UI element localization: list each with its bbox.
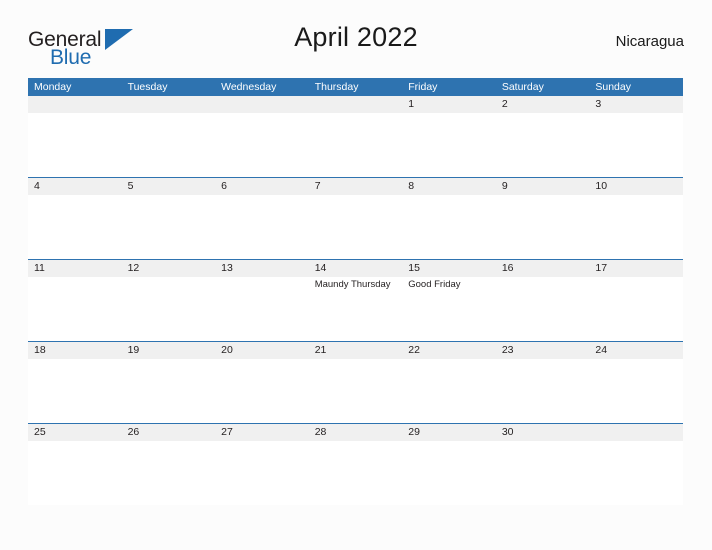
weekday-header-saturday: Saturday (501, 81, 544, 93)
day-events: Maundy Thursday (315, 277, 403, 291)
weekday-header-tuesday: Tuesday (127, 81, 168, 93)
day-number: 8 (408, 180, 415, 192)
day-number: 16 (501, 262, 514, 274)
day-cell-empty (28, 96, 122, 177)
day-cell[interactable]: 18 (28, 342, 122, 423)
day-cell-empty (589, 424, 683, 505)
day-cell[interactable]: 10 (589, 178, 683, 259)
day-number: 23 (501, 344, 514, 356)
day-number: 19 (127, 344, 140, 356)
day-number: 20 (221, 344, 233, 356)
day-cell[interactable]: 2 (496, 96, 590, 177)
day-number: 25 (34, 426, 46, 438)
day-number: 1 (408, 98, 415, 110)
day-cell-empty (309, 96, 403, 177)
week-cells: 1 2 3 (28, 96, 683, 177)
calendar-week-row: 18 19 20 21 22 23 24 (28, 341, 683, 423)
day-number: 9 (501, 180, 508, 192)
week-cells: 4 5 6 7 8 9 10 (28, 178, 683, 259)
day-number: 29 (408, 426, 420, 438)
day-cell[interactable]: 3 (589, 96, 683, 177)
holiday-label: Maundy Thursday (314, 279, 391, 290)
day-number: 12 (127, 262, 140, 274)
calendar-week-row: 25 26 27 28 29 30 (28, 423, 683, 505)
day-number: 3 (595, 98, 602, 110)
calendar-page: General Blue April 2022 Nicaragua Monday… (0, 0, 712, 550)
weekday-header-row: Monday Tuesday Wednesday Thursday Friday Satu… (28, 78, 683, 96)
calendar-week-row: 1 2 3 (28, 96, 683, 177)
day-cell[interactable]: 5 (122, 178, 216, 259)
calendar-week-row: 4 5 6 7 8 9 10 (28, 177, 683, 259)
day-cell[interactable]: 27 (215, 424, 309, 505)
day-cell[interactable]: 11 (28, 260, 122, 341)
day-number: 21 (314, 344, 327, 356)
day-cell[interactable]: 21 (309, 342, 403, 423)
day-cell[interactable]: 15 Good Friday (402, 260, 496, 341)
calendar-weeks: 1 2 3 4 5 6 7 8 9 10 11 12 13 14 Maundy Thursday 15 Good… (28, 96, 683, 505)
weekday-header-friday: Friday (408, 81, 438, 93)
weekday-header-wednesday: Wednesday (221, 81, 277, 93)
day-cell[interactable]: 19 (122, 342, 216, 423)
day-cell[interactable]: 28 (309, 424, 403, 505)
day-number: 4 (34, 180, 40, 192)
day-number: 22 (408, 344, 420, 356)
day-cell[interactable]: 1 (402, 96, 496, 177)
day-cell[interactable]: 25 (28, 424, 122, 505)
day-number: 28 (314, 426, 327, 438)
day-cell[interactable]: 22 (402, 342, 496, 423)
day-cell[interactable]: 14 Maundy Thursday (309, 260, 403, 341)
day-cell[interactable]: 6 (215, 178, 309, 259)
page-header: General Blue April 2022 Nicaragua (28, 22, 684, 70)
day-number: 11 (34, 262, 45, 274)
day-number: 30 (501, 426, 514, 438)
week-cells: 11 12 13 14 Maundy Thursday 15 Good Friday 16 17 (28, 260, 683, 341)
day-cell[interactable]: 13 (215, 260, 309, 341)
day-cell[interactable]: 9 (496, 178, 590, 259)
day-cell[interactable]: 17 (589, 260, 683, 341)
page-title: April 2022 (294, 22, 418, 52)
day-cell[interactable]: 8 (402, 178, 496, 259)
day-cell[interactable]: 7 (309, 178, 403, 259)
day-cell[interactable]: 29 (402, 424, 496, 505)
day-number: 17 (595, 262, 608, 274)
day-cell[interactable]: 16 (496, 260, 590, 341)
day-number: 15 (408, 262, 420, 274)
week-cells: 25 26 27 28 29 30 (28, 424, 683, 505)
day-cell[interactable]: 30 (496, 424, 590, 505)
day-cell[interactable]: 12 (122, 260, 216, 341)
day-number: 13 (221, 262, 233, 274)
day-number: 14 (314, 262, 327, 274)
day-number: 27 (221, 426, 233, 438)
day-number: 7 (314, 180, 321, 192)
holiday-label: Good Friday (408, 279, 461, 290)
day-cell[interactable]: 26 (122, 424, 216, 505)
day-events: Good Friday (408, 277, 496, 291)
day-cell-empty (215, 96, 309, 177)
weekday-header-monday: Monday (34, 81, 72, 93)
country-label: Nicaragua (615, 33, 684, 50)
week-cells: 18 19 20 21 22 23 24 (28, 342, 683, 423)
calendar-week-row: 11 12 13 14 Maundy Thursday 15 Good Friday 16 17 (28, 259, 683, 341)
day-cell[interactable]: 23 (496, 342, 590, 423)
day-number: 5 (127, 180, 134, 192)
weekday-header-sunday: Sunday (595, 81, 631, 93)
day-number: 26 (127, 426, 140, 438)
day-cell-empty (122, 96, 216, 177)
day-number: 6 (221, 180, 227, 192)
day-cell[interactable]: 4 (28, 178, 122, 259)
calendar-grid: Monday Tuesday Wednesday Thursday Friday Satu… (28, 78, 683, 505)
day-cell[interactable]: 20 (215, 342, 309, 423)
day-number: 2 (501, 98, 508, 110)
day-number: 10 (595, 180, 608, 192)
weekday-header-thursday: Thursday (314, 81, 359, 93)
day-number: 24 (595, 344, 608, 356)
day-number: 18 (34, 344, 46, 356)
day-cell[interactable]: 24 (589, 342, 683, 423)
